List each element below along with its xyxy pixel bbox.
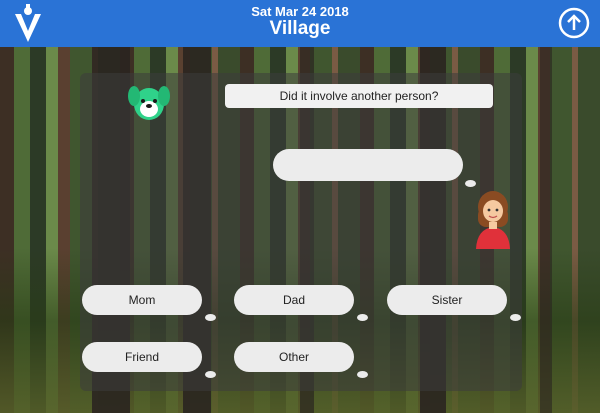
- reply-bubble-tail: [465, 180, 476, 187]
- option-mom-button[interactable]: Mom: [82, 285, 202, 315]
- option-dad-button[interactable]: Dad: [234, 285, 354, 315]
- option-bubble-tail: [205, 314, 216, 321]
- option-bubble-tail: [357, 314, 368, 321]
- header-date: Sat Mar 24 2018: [251, 4, 349, 19]
- reply-bubble: [273, 149, 463, 181]
- upload-icon[interactable]: [558, 7, 590, 39]
- option-bubble-tail: [357, 371, 368, 378]
- page-title: Village: [269, 18, 331, 39]
- tree-trunk: [540, 47, 552, 413]
- option-sister-button[interactable]: Sister: [387, 285, 507, 315]
- option-other-button[interactable]: Other: [234, 342, 354, 372]
- dog-avatar-icon: [128, 86, 170, 120]
- app-header: Sat Mar 24 2018 Village: [0, 0, 600, 47]
- option-bubble-tail: [510, 314, 521, 321]
- girl-avatar-icon: [476, 191, 510, 249]
- option-bubble-tail: [205, 371, 216, 378]
- option-friend-button[interactable]: Friend: [82, 342, 202, 372]
- question-bubble: Did it involve another person?: [225, 84, 493, 108]
